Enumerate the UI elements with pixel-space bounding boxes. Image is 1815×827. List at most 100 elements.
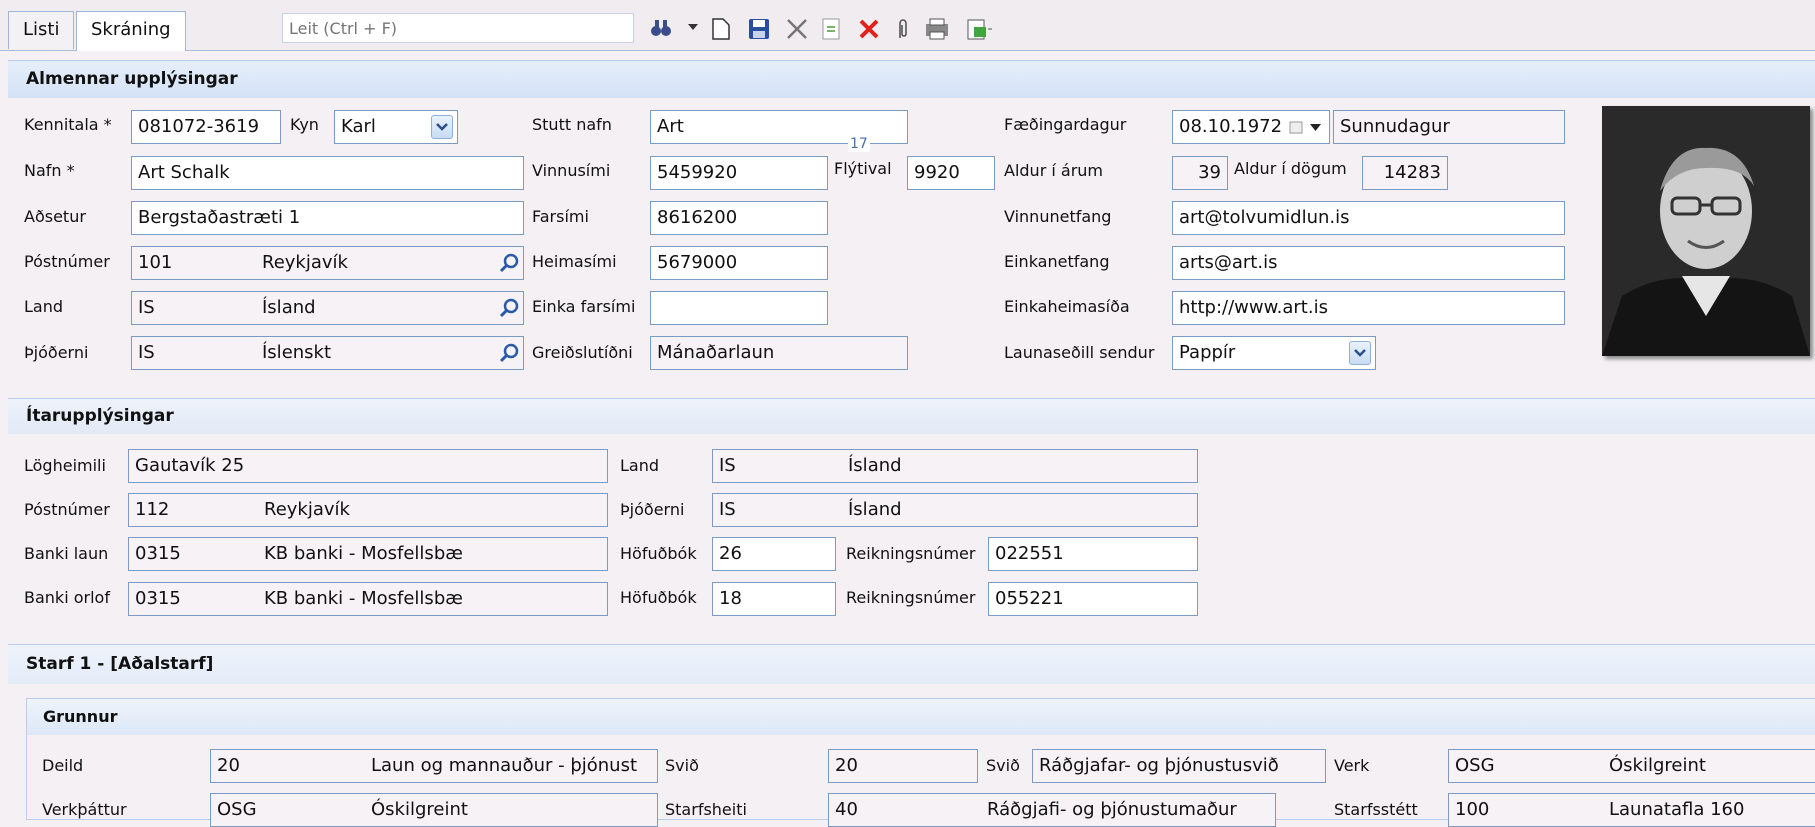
cancel-edit-icon[interactable] — [786, 18, 808, 40]
top-toolbar: Listi Skráning — [0, 0, 1815, 51]
kennitala-field[interactable]: 081072-3619 — [131, 110, 281, 144]
label-reikningsnumer-1: Reikningsnúmer — [846, 544, 976, 563]
starfsstett-field: 100 Launatafla 160 — [1448, 793, 1815, 827]
verk-code: OSG — [1455, 755, 1495, 776]
export-icon[interactable] — [966, 18, 994, 40]
search-icon[interactable] — [499, 253, 519, 273]
deild-name: Laun og mannauður - þjónust — [371, 755, 638, 776]
refresh-document-icon[interactable] — [822, 18, 842, 40]
launasedill-select[interactable]: Pappír — [1172, 336, 1376, 370]
postnumer-extra-code: 112 — [135, 499, 170, 520]
search-icon[interactable] — [499, 343, 519, 363]
thjoderni-extra-field: IS Ísland — [712, 493, 1198, 527]
starfsstett-name: Launatafla 160 — [1609, 799, 1745, 820]
faedingardagur-datepicker[interactable]: 08.10.1972 — [1172, 110, 1330, 144]
verkthattur-field: OSG Óskilgreint — [210, 793, 658, 827]
search-icon[interactable] — [499, 298, 519, 318]
thjoderni-extra-code: IS — [719, 499, 736, 520]
banki-laun-field: 0315 KB banki - Mosfellsbæ — [128, 537, 608, 571]
label-land: Land — [24, 297, 64, 316]
save-icon[interactable] — [748, 18, 770, 40]
launasedill-value: Pappír — [1179, 342, 1236, 363]
label-hofudbok-2: Höfuðbók — [620, 588, 697, 607]
land-extra-field: IS Ísland — [712, 449, 1198, 483]
attachment-icon[interactable] — [896, 18, 910, 40]
label-greidslutidni: Greiðslutíðni — [532, 343, 633, 362]
banki-orlof-name: KB banki - Mosfellsbæ — [264, 588, 463, 609]
section-header-job[interactable]: Starf 1 - [Aðalstarf] — [8, 644, 1815, 684]
label-deild: Deild — [42, 756, 84, 775]
flytival-field[interactable]: 9920 — [907, 156, 995, 190]
binoculars-icon[interactable] — [650, 18, 672, 38]
label-starfsstett: Starfsstétt — [1334, 800, 1418, 819]
verkthattur-code: OSG — [217, 799, 257, 820]
banki-orlof-field: 0315 KB banki - Mosfellsbæ — [128, 582, 608, 616]
hofudbok-1-field[interactable]: 26 — [712, 537, 836, 571]
label-vinnusimi: Vinnusími — [532, 161, 611, 180]
einkanetfang-field[interactable]: arts@art.is — [1172, 246, 1565, 280]
section-header-extra[interactable]: Ítarupplýsingar — [8, 398, 1815, 434]
banki-orlof-code: 0315 — [135, 588, 181, 609]
label-farsimi: Farsími — [532, 207, 589, 226]
adsetur-field[interactable]: Bergstaðastræti 1 — [131, 201, 524, 235]
land-lookup[interactable]: IS Ísland — [131, 291, 524, 325]
label-svid: Svið — [665, 756, 699, 775]
einkaheimasida-field[interactable]: http://www.art.is — [1172, 291, 1565, 325]
farsimi-field[interactable]: 8616200 — [650, 201, 828, 235]
label-launasedill: Launaseðill sendur — [1004, 343, 1155, 362]
tab-skraning[interactable]: Skráning — [76, 11, 186, 51]
label-nafn: Nafn * — [24, 161, 75, 180]
calendar-icon[interactable] — [1289, 121, 1303, 134]
verk-name: Óskilgreint — [1609, 755, 1706, 776]
label-einkanetfang: Einkanetfang — [1004, 252, 1110, 271]
label-stutt-nafn: Stutt nafn — [532, 115, 612, 134]
chevron-down-icon[interactable] — [431, 115, 453, 139]
land-extra-code: IS — [719, 455, 736, 476]
aldur-dogum-field: 14283 — [1362, 156, 1448, 190]
section-header-general[interactable]: Almennar upplýsingar — [8, 60, 1815, 98]
svid-field: 20 — [828, 749, 978, 783]
reikningsnumer-1-field[interactable]: 022551 — [988, 537, 1198, 571]
chevron-down-icon[interactable] — [1349, 341, 1371, 365]
einka-farsimi-field[interactable] — [650, 291, 828, 325]
greidslutidni-field[interactable]: Mánaðarlaun — [650, 336, 908, 370]
postnumer-lookup[interactable]: 101 Reykjavík — [131, 246, 524, 280]
label-faedingardagur: Fæðingardagur — [1004, 115, 1127, 134]
svid-name-field: Ráðgjafar- og þjónustusvið — [1032, 749, 1326, 783]
kyn-value: Karl — [341, 116, 376, 137]
vinnunetfang-field[interactable]: art@tolvumidlun.is — [1172, 201, 1565, 235]
nafn-field[interactable]: Art Schalk — [131, 156, 524, 190]
search-input[interactable] — [282, 13, 634, 43]
starfsstett-code: 100 — [1455, 799, 1490, 820]
starfsheiti-code: 40 — [835, 799, 858, 820]
label-postnumer-extra: Póstnúmer — [24, 500, 110, 519]
deild-field: 20 Laun og mannauður - þjónust — [210, 749, 658, 783]
delete-icon[interactable] — [858, 18, 880, 40]
starfsheiti-field: 40 Ráðgjafi- og þjónustumaður — [828, 793, 1276, 827]
label-verkthattur: Verkþáttur — [42, 800, 127, 819]
label-land-extra: Land — [620, 456, 660, 475]
starfsheiti-name: Ráðgjafi- og þjónustumaður — [987, 799, 1237, 820]
postnumer-code: 101 — [138, 252, 173, 273]
heimasimi-field[interactable]: 5679000 — [650, 246, 828, 280]
chevron-down-icon[interactable] — [1310, 124, 1321, 132]
weekday-field: Sunnudagur — [1333, 110, 1565, 144]
thjoderni-lookup[interactable]: IS Íslenskt — [131, 336, 524, 370]
label-starfsheiti: Starfsheiti — [665, 800, 747, 819]
tooltip-marker: 17 — [848, 136, 870, 152]
kyn-select[interactable]: Karl — [334, 110, 458, 144]
thjoderni-code: IS — [138, 342, 155, 363]
employee-photo — [1602, 106, 1810, 356]
dropdown-arrow-icon[interactable] — [688, 24, 698, 32]
new-document-icon[interactable] — [712, 18, 730, 40]
banki-laun-name: KB banki - Mosfellsbæ — [264, 543, 463, 564]
faedingardagur-value: 08.10.1972 — [1179, 116, 1283, 137]
tab-listi[interactable]: Listi — [8, 11, 75, 49]
postnumer-extra-field: 112 Reykjavík — [128, 493, 608, 527]
print-icon[interactable] — [924, 18, 952, 40]
label-kyn: Kyn — [290, 115, 319, 134]
vinnusimi-field[interactable]: 5459920 — [650, 156, 828, 190]
label-verk: Verk — [1334, 756, 1370, 775]
reikningsnumer-2-field[interactable]: 055221 — [988, 582, 1198, 616]
hofudbok-2-field[interactable]: 18 — [712, 582, 836, 616]
